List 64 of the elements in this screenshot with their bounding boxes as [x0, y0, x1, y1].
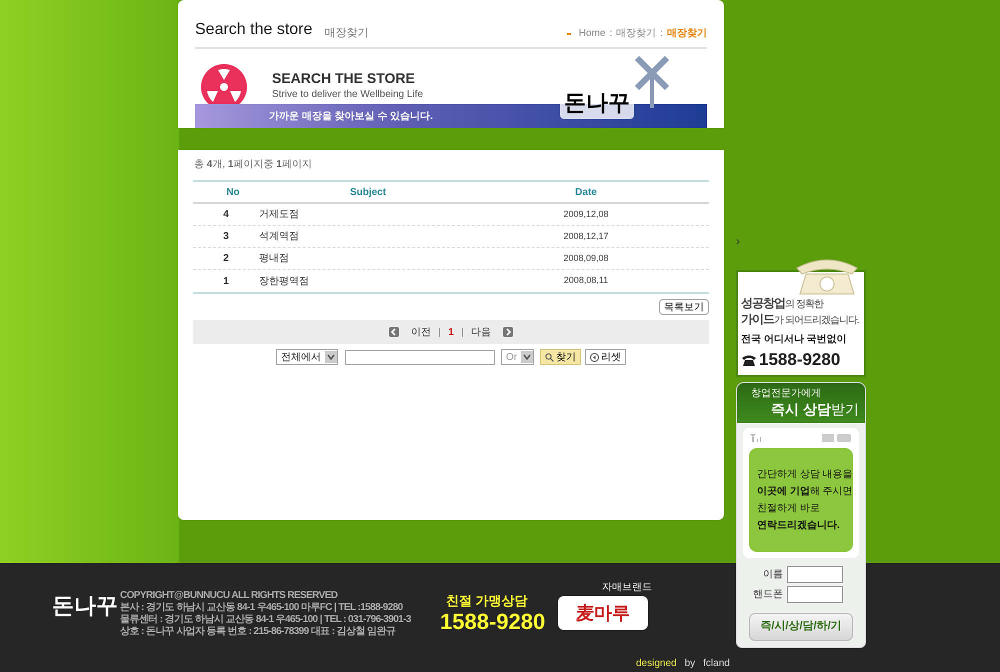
battery-icon: [822, 434, 852, 442]
table-cell-text: 1: [222, 274, 230, 288]
page-link[interactable]: 1: [448, 324, 454, 340]
credit-text: designed: [636, 657, 677, 671]
breadcrumb-link[interactable]: 매장찾기: [616, 26, 656, 41]
consult-heading: 창업전문가에게: [751, 386, 822, 400]
field-label: 이름: [763, 568, 783, 582]
input-field[interactable]: [787, 566, 843, 582]
banner-heading: SEARCH THE STORE: [272, 70, 416, 88]
store-link[interactable]: 거제도점: [259, 207, 463, 222]
promo-text: 가이드가 되어드리겠습니다.: [741, 312, 860, 328]
column-header: Subject: [348, 186, 388, 200]
side-arrow[interactable]: ›: [736, 232, 740, 250]
banner-tagline: Strive to deliver the Wellbeing Life: [272, 88, 424, 102]
search-icon: [545, 352, 554, 362]
hotline-number: 1588-9280: [440, 608, 546, 636]
field-label: 핸드폰: [753, 588, 783, 602]
breadcrumb-link[interactable]: Home: [578, 26, 606, 41]
sister-brand-label: 자매브랜드: [602, 581, 652, 595]
search-button[interactable]: 찾기: [540, 349, 582, 365]
banner-strip-text: 가까운 매장을 찾아보실 수 있습니다.: [269, 110, 433, 124]
column-header: No: [225, 186, 241, 200]
previous-link[interactable]: 이전: [411, 324, 432, 340]
store-link[interactable]: 장한평역점: [259, 274, 463, 288]
phone-icon: [741, 354, 757, 366]
consult-subheading: 즉시 상담받기: [771, 400, 860, 418]
signal-icon: [750, 434, 764, 442]
input-field[interactable]: [787, 586, 843, 602]
footer-logo: 돈나꾸: [52, 592, 118, 620]
footer-text: 물류센터 : 경기도 하남시 교산동 84-1 우465-100 | TEL : 031-796-3901-3: [120, 614, 411, 626]
breadcrumb-separator: :: [609, 27, 612, 41]
store-link[interactable]: 석계역점: [259, 229, 463, 244]
store-link[interactable]: 평내점: [259, 251, 463, 266]
sister-brand-logo: 麦마루: [558, 596, 648, 630]
table-cell-text: 2: [222, 252, 230, 266]
crossing-sign-icon: [635, 56, 669, 108]
result-summary: 총 4개, 1페이지중 1페이지: [194, 158, 313, 172]
consult-message: 간단하게 상담 내용을 이곳에 기업해 주시면 친절하게 바로 연락드리겠습니다.: [749, 448, 853, 552]
reset-button[interactable]: 리셋: [585, 349, 626, 365]
table-cell-text: 4: [222, 208, 230, 222]
table-cell-text: 2008,12,17: [562, 230, 610, 243]
table-cell-text: 3: [222, 230, 230, 244]
hotline-label: 친절 가맹상담: [446, 592, 528, 610]
promo-note: 전국 어디서나 국번없이: [741, 333, 848, 347]
breadcrumb-separator: :: [660, 27, 663, 41]
footer-text: 상호 : 돈나꾸 사업자 등록 번호 : 215-86-78399 대표 : 김상철 임완규: [120, 626, 396, 638]
consult-button[interactable]: 즉/시/상/담/하/기: [749, 612, 853, 640]
column-header: Date: [574, 186, 598, 200]
page-subtitle: 매장찾기: [324, 26, 368, 40]
table-cell-text: 2009,12,08: [562, 208, 610, 221]
search-field[interactable]: [344, 350, 495, 364]
credit-text: fcland: [703, 657, 730, 671]
scope-select[interactable]: 전체에서: [276, 349, 338, 365]
next-link[interactable]: 다음: [470, 324, 491, 340]
promo-phone: 1588-9280: [759, 349, 840, 371]
table-cell-text: 2008,08,11: [562, 274, 610, 288]
footer-text: COPYRIGHT@BUNNUCU ALL RIGHTS RESERVED: [120, 590, 338, 602]
list-button[interactable]: 목록보기: [659, 299, 709, 315]
credit-text: by: [684, 657, 696, 671]
reset-icon: [590, 352, 600, 362]
table-cell-text: 2008,09,08: [562, 252, 610, 265]
page-title: Search the store: [195, 20, 312, 40]
footer-text: 본사 : 경기도 하남시 교산동 84-1 우465-100 마루FC | TEL :1588-9280: [120, 602, 404, 614]
promo-text: 성공창업의 정확한: [741, 296, 824, 312]
